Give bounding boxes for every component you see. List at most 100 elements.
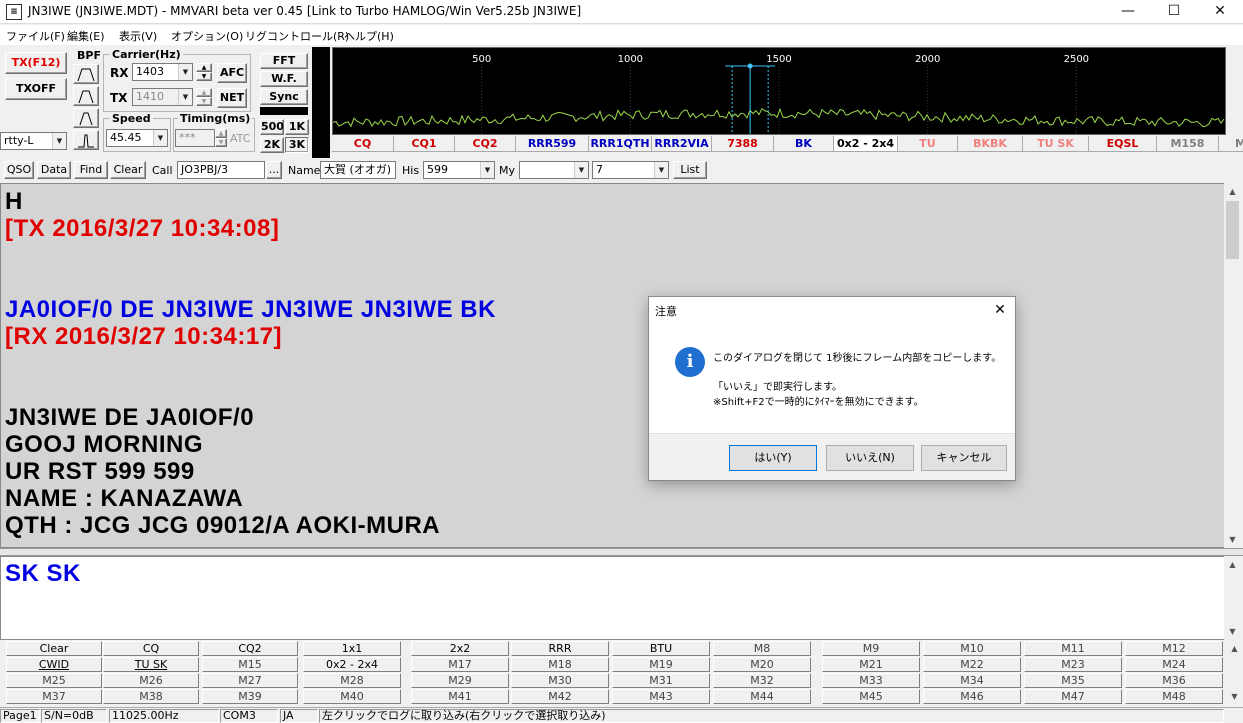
data-button[interactable]: Data — [37, 161, 71, 179]
macro-button[interactable]: 2x2 — [411, 641, 509, 656]
quick-macro-button[interactable]: BK — [774, 136, 834, 152]
menu-options[interactable]: オプション(O) — [171, 28, 243, 44]
macro-button[interactable]: M15 — [202, 657, 298, 672]
macro-button[interactable]: M44 — [713, 689, 811, 704]
rx-marker-dot[interactable] — [747, 63, 753, 69]
macro-button[interactable]: 1x1 — [303, 641, 401, 656]
txoff-button[interactable]: TXOFF — [5, 78, 67, 100]
rx-frequency-field[interactable]: 1403 ▼ — [132, 63, 193, 81]
spectrum-graph[interactable]: 500 1000 1500 2000 2500 — [332, 48, 1225, 134]
bpf-wide-button[interactable] — [73, 64, 99, 84]
macro-button[interactable]: CQ — [103, 641, 199, 656]
bandwidth-2k-button[interactable]: 2K — [260, 137, 284, 153]
macro-button[interactable]: M31 — [612, 673, 710, 688]
macro-button[interactable]: M23 — [1024, 657, 1122, 672]
call-lookup-button[interactable]: ... — [266, 161, 282, 179]
macro-button[interactable]: TU SK — [103, 657, 199, 672]
bpf-mid-button[interactable] — [73, 86, 99, 106]
macro-button[interactable]: M27 — [202, 673, 298, 688]
quick-macro-button[interactable]: RRR599 — [516, 136, 589, 152]
quick-macro-button[interactable]: RRR2VIA — [652, 136, 712, 152]
quick-macro-button[interactable]: TU SK — [1023, 136, 1089, 152]
macro-button[interactable]: M43 — [612, 689, 710, 704]
menu-rig-control[interactable]: リグコントロール(R) — [245, 28, 349, 44]
timing-down-button[interactable]: ▼ — [215, 138, 227, 147]
macro-button[interactable]: M28 — [303, 673, 401, 688]
dialog-close-icon[interactable]: ✕ — [989, 299, 1011, 321]
quick-macro-button[interactable]: M158 — [1157, 136, 1219, 152]
spectrum-display[interactable]: 500 1000 1500 2000 2500 — [332, 47, 1226, 135]
macro-button[interactable]: M34 — [923, 673, 1021, 688]
rx-down-button[interactable]: ▼ — [196, 72, 212, 81]
macro-button[interactable]: M42 — [511, 689, 609, 704]
macro-button[interactable]: M19 — [612, 657, 710, 672]
cancel-button[interactable]: キャンセル — [921, 445, 1007, 471]
call-input[interactable]: JO3PBJ/3 — [177, 161, 265, 179]
macro-button[interactable]: M8 — [713, 641, 811, 656]
macro-button[interactable]: M10 — [923, 641, 1021, 656]
my-rst-select[interactable]: ▼ — [519, 161, 589, 179]
macro-button[interactable]: M39 — [202, 689, 298, 704]
afc-button[interactable]: AFC — [217, 63, 247, 83]
macro-button[interactable]: Clear — [6, 641, 102, 656]
receive-text-window[interactable]: H [TX 2016/3/27 10:34:08] JA0IOF/0 DE JN… — [0, 183, 1226, 548]
bandwidth-1k-button[interactable]: 1K — [285, 119, 309, 135]
tx-up-button[interactable]: ▲ — [196, 88, 212, 97]
app-icon[interactable]: ≡ — [6, 4, 22, 20]
list-button[interactable]: List — [673, 161, 707, 179]
transmit-scrollbar[interactable]: ▲ ▼ — [1224, 556, 1241, 640]
atc-label[interactable]: ATC — [230, 132, 250, 145]
maximize-icon[interactable]: ☐ — [1151, 0, 1197, 24]
quick-macro-button[interactable]: BKBK — [958, 136, 1023, 152]
speed-select[interactable]: 45.45 ▼ — [106, 129, 168, 147]
tx-down-button[interactable]: ▼ — [196, 97, 212, 106]
close-icon[interactable]: ✕ — [1197, 0, 1243, 24]
scroll-down-icon[interactable]: ▼ — [1226, 688, 1243, 705]
minimize-icon[interactable]: — — [1105, 0, 1151, 24]
quick-macro-button[interactable]: EQSL — [1089, 136, 1157, 152]
macro-button[interactable]: M45 — [822, 689, 920, 704]
waterfall-button[interactable]: W.F. — [260, 71, 308, 87]
macro-button[interactable]: M33 — [822, 673, 920, 688]
macro-button[interactable]: M41 — [411, 689, 509, 704]
macro-button[interactable]: M29 — [411, 673, 509, 688]
macro-button[interactable]: M9 — [822, 641, 920, 656]
mode-select[interactable]: rtty-L ▼ — [0, 132, 67, 150]
macro-button[interactable]: M25 — [6, 673, 102, 688]
macro-button[interactable]: M32 — [713, 673, 811, 688]
timing-field[interactable]: *** — [175, 129, 215, 147]
scroll-up-icon[interactable]: ▲ — [1224, 183, 1241, 200]
sync-button[interactable]: Sync — [260, 89, 308, 105]
his-rst-select[interactable]: 599 ▼ — [423, 161, 495, 179]
scroll-up-icon[interactable]: ▲ — [1226, 640, 1243, 657]
macro-button[interactable]: M12 — [1125, 641, 1223, 656]
quick-macro-button[interactable]: RRR1QTH — [589, 136, 652, 152]
macro-button[interactable]: M24 — [1125, 657, 1223, 672]
bpf-narrow-button[interactable] — [73, 108, 99, 128]
macro-button[interactable]: M11 — [1024, 641, 1122, 656]
quick-macro-button[interactable]: CQ — [332, 136, 394, 152]
macro-button[interactable]: CQ2 — [202, 641, 298, 656]
band-select[interactable]: 7 ▼ — [592, 161, 669, 179]
menu-view[interactable]: 表示(V) — [119, 28, 157, 44]
transmit-text-window[interactable]: SK SK — [0, 556, 1226, 640]
bpf-very-narrow-button[interactable] — [73, 130, 99, 150]
macro-button[interactable]: M22 — [923, 657, 1021, 672]
macro-button[interactable]: M26 — [103, 673, 199, 688]
no-button[interactable]: いいえ(N) — [826, 445, 914, 471]
quick-macro-button[interactable]: CQ1 — [394, 136, 455, 152]
scroll-down-icon[interactable]: ▼ — [1224, 623, 1241, 640]
quick-macro-button[interactable]: M159 — [1219, 136, 1243, 152]
menu-help[interactable]: ヘルプ(H) — [344, 28, 394, 44]
tx-button[interactable]: TX(F12) — [5, 52, 67, 74]
quick-macro-button[interactable]: 7388 — [712, 136, 774, 152]
macro-button[interactable]: 0x2 - 2x4 — [303, 657, 401, 672]
tx-frequency-field[interactable]: 1410 ▼ — [132, 88, 193, 106]
quick-macro-button[interactable]: TU — [898, 136, 958, 152]
status-page[interactable]: Page1 — [0, 709, 40, 723]
menu-file[interactable]: ファイル(F) — [6, 28, 65, 44]
quick-macro-button[interactable]: CQ2 — [455, 136, 516, 152]
qso-button[interactable]: QSO — [4, 161, 34, 179]
fft-button[interactable]: FFT — [260, 53, 308, 69]
timing-up-button[interactable]: ▲ — [215, 129, 227, 138]
